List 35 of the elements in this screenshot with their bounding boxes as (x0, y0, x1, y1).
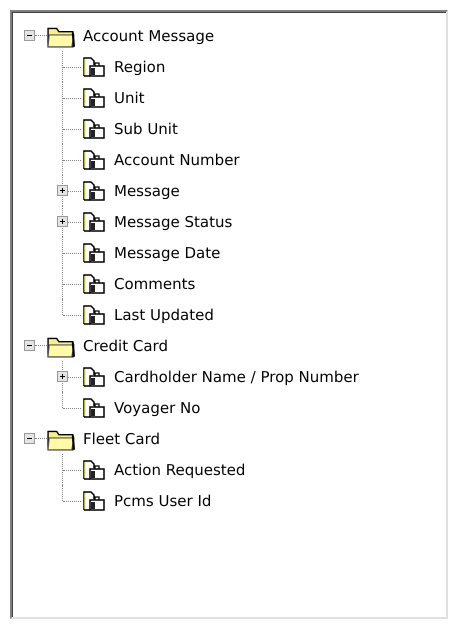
collapse-toggle[interactable] (24, 433, 35, 444)
tree-item[interactable]: Voyager No (114, 398, 200, 416)
tree-item[interactable]: Fleet Card (83, 430, 160, 448)
field-icon (82, 180, 106, 202)
tree-item[interactable]: Credit Card (83, 336, 168, 354)
field-icon (82, 304, 106, 326)
field-icon (82, 148, 106, 170)
field-icon (82, 118, 106, 140)
tree-item[interactable]: Pcms User Id (114, 492, 212, 510)
tree-item[interactable]: Last Updated (114, 306, 214, 324)
field-icon (82, 210, 106, 232)
field-icon (82, 458, 106, 480)
field-icon (82, 366, 106, 388)
tree-item[interactable]: Comments (114, 274, 196, 292)
tree-item[interactable]: Unit (114, 88, 145, 106)
tree-item[interactable]: Region (114, 58, 166, 76)
collapse-toggle[interactable] (24, 30, 35, 41)
expand-toggle[interactable] (57, 216, 68, 227)
tree-item[interactable]: Cardholder Name / Prop Number (114, 368, 359, 386)
tree-item[interactable]: Account Number (114, 150, 240, 168)
field-icon (82, 272, 106, 294)
tree-item[interactable]: Sub Unit (114, 120, 178, 138)
tree-item[interactable]: Message Status (114, 212, 232, 230)
collapse-toggle[interactable] (24, 340, 35, 351)
field-icon (82, 86, 106, 108)
field-icon (82, 490, 106, 512)
tree-item[interactable]: Message Date (114, 244, 220, 262)
tree-item[interactable]: Action Requested (114, 460, 246, 478)
field-icon (82, 242, 106, 264)
expand-toggle[interactable] (57, 185, 68, 196)
tree-item[interactable]: Account Message (83, 26, 214, 44)
field-icon (82, 56, 106, 78)
field-icon (82, 396, 106, 418)
tree-item[interactable]: Message (114, 182, 180, 200)
expand-toggle[interactable] (57, 371, 68, 382)
